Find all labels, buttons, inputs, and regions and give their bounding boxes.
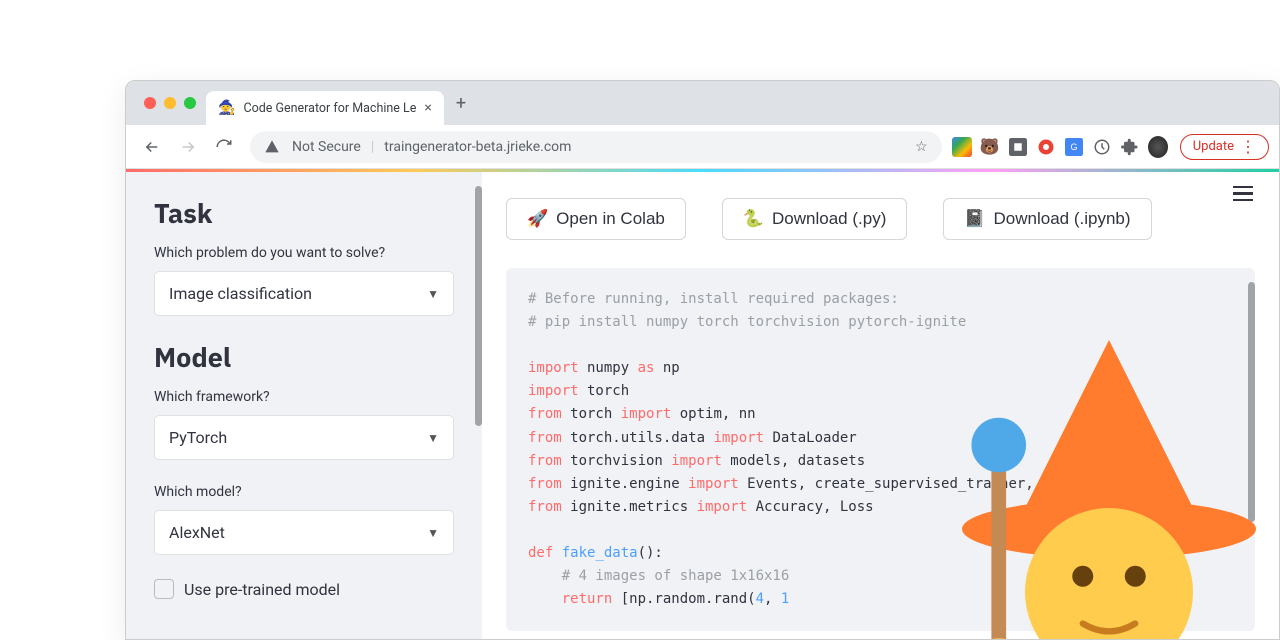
browser-tab[interactable]: 🧙 Code Generator for Machine Le × bbox=[206, 91, 444, 125]
close-tab-button[interactable]: × bbox=[424, 100, 431, 116]
extension-icon-4[interactable] bbox=[1036, 137, 1056, 157]
main-content: 🚀 Open in Colab 🐍 Download (.py) 📓 Downl… bbox=[482, 172, 1279, 639]
extension-icon-5[interactable]: G bbox=[1064, 137, 1084, 157]
framework-select[interactable]: PyTorch ▼ bbox=[154, 415, 454, 460]
code-block[interactable]: # Before running, install required packa… bbox=[506, 268, 1255, 631]
browser-window: 🧙 Code Generator for Machine Le × + Not … bbox=[125, 80, 1280, 640]
new-tab-button[interactable]: + bbox=[444, 93, 478, 114]
notebook-icon: 📓 bbox=[964, 209, 985, 229]
extension-icon-3[interactable] bbox=[1008, 137, 1028, 157]
tab-strip: 🧙 Code Generator for Machine Le × + bbox=[126, 81, 1279, 125]
menu-dots-icon[interactable]: ⋮ bbox=[1240, 139, 1256, 155]
maximize-window-button[interactable] bbox=[184, 97, 196, 109]
task-heading: Task bbox=[154, 196, 454, 231]
framework-label: Which framework? bbox=[154, 389, 454, 405]
framework-value: PyTorch bbox=[169, 428, 227, 447]
tab-favicon: 🧙 bbox=[218, 100, 235, 116]
forward-button[interactable] bbox=[172, 131, 204, 163]
download-py-button[interactable]: 🐍 Download (.py) bbox=[722, 198, 908, 240]
profile-avatar[interactable] bbox=[1148, 137, 1168, 157]
app-content: Task Which problem do you want to solve?… bbox=[126, 172, 1279, 639]
update-label: Update bbox=[1193, 139, 1234, 154]
warning-icon bbox=[264, 139, 280, 155]
hamburger-menu-button[interactable] bbox=[1233, 186, 1253, 201]
chevron-down-icon: ▼ bbox=[427, 526, 439, 540]
chevron-down-icon: ▼ bbox=[427, 287, 439, 301]
model-label: Which model? bbox=[154, 484, 454, 500]
address-bar[interactable]: Not Secure | traingenerator-beta.jrieke.… bbox=[250, 131, 942, 163]
tab-title: Code Generator for Machine Le bbox=[243, 101, 416, 116]
extension-icon-1[interactable] bbox=[952, 137, 972, 157]
url-separator: | bbox=[371, 139, 374, 155]
bookmark-icon[interactable]: ☆ bbox=[915, 139, 928, 155]
task-select[interactable]: Image classification ▼ bbox=[154, 271, 454, 316]
chevron-down-icon: ▼ bbox=[427, 431, 439, 445]
reload-button[interactable] bbox=[208, 131, 240, 163]
security-label: Not Secure bbox=[292, 139, 361, 155]
svg-text:G: G bbox=[1070, 142, 1077, 152]
snake-icon: 🐍 bbox=[743, 209, 764, 229]
download-py-label: Download (.py) bbox=[772, 209, 886, 229]
action-buttons: 🚀 Open in Colab 🐍 Download (.py) 📓 Downl… bbox=[506, 198, 1255, 240]
sidebar: Task Which problem do you want to solve?… bbox=[126, 172, 482, 639]
extension-icon-2[interactable]: 🐻 bbox=[980, 137, 1000, 157]
url-text: traingenerator-beta.jrieke.com bbox=[384, 139, 571, 155]
task-value: Image classification bbox=[169, 284, 312, 303]
model-heading: Model bbox=[154, 340, 454, 375]
back-button[interactable] bbox=[136, 131, 168, 163]
model-value: AlexNet bbox=[169, 523, 225, 542]
close-window-button[interactable] bbox=[144, 97, 156, 109]
scrollbar[interactable] bbox=[1248, 282, 1255, 522]
download-ipynb-button[interactable]: 📓 Download (.ipynb) bbox=[943, 198, 1151, 240]
open-colab-button[interactable]: 🚀 Open in Colab bbox=[506, 198, 686, 240]
model-select[interactable]: AlexNet ▼ bbox=[154, 510, 454, 555]
extensions-menu-icon[interactable] bbox=[1120, 137, 1140, 157]
pretrained-label: Use pre-trained model bbox=[184, 580, 340, 599]
extension-icons: 🐻 G bbox=[952, 137, 1168, 157]
minimize-window-button[interactable] bbox=[164, 97, 176, 109]
colab-label: Open in Colab bbox=[556, 209, 665, 229]
address-toolbar: Not Secure | traingenerator-beta.jrieke.… bbox=[126, 125, 1279, 169]
task-label: Which problem do you want to solve? bbox=[154, 245, 454, 261]
extension-icon-6[interactable] bbox=[1092, 137, 1112, 157]
pretrained-checkbox-row[interactable]: Use pre-trained model bbox=[154, 579, 454, 599]
download-ipynb-label: Download (.ipynb) bbox=[994, 209, 1131, 229]
update-button[interactable]: Update ⋮ bbox=[1180, 134, 1269, 160]
rocket-icon: 🚀 bbox=[527, 209, 548, 229]
checkbox-icon[interactable] bbox=[154, 579, 174, 599]
window-controls bbox=[134, 97, 206, 109]
